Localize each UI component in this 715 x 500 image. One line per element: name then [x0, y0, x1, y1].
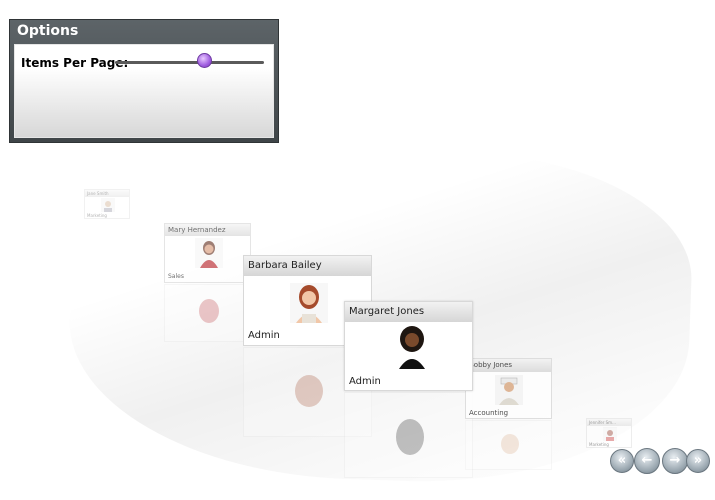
employee-card-name: Jane Smith	[85, 190, 129, 197]
first-page-button[interactable]: «	[610, 449, 634, 473]
employee-card-name: Bobby Jones	[466, 359, 551, 372]
employee-card[interactable]: Mary Hernandez Sales	[164, 223, 251, 283]
employee-card-selected[interactable]: Margaret Jones Admin	[344, 301, 473, 391]
employee-card-department: Sales	[168, 273, 184, 280]
employee-card-department: Accounting	[469, 409, 509, 417]
employee-card[interactable]: Jane Smith Marketing	[84, 189, 130, 219]
employee-card-reflection	[164, 284, 251, 342]
employee-card-reflection	[465, 420, 552, 470]
employee-carousel: Jane Smith Marketing Mary Hernandez Sale…	[0, 0, 715, 500]
employee-photo	[393, 325, 431, 369]
employee-photo	[495, 375, 523, 405]
previous-page-button[interactable]: ←	[634, 448, 660, 474]
employee-card[interactable]: Jennifer Sm... Marketing	[586, 418, 632, 448]
employee-card-name: Mary Hernandez	[165, 224, 250, 236]
employee-card-name: Barbara Bailey	[244, 256, 371, 276]
employee-card-department: Admin	[248, 330, 280, 341]
employee-card-department: Marketing	[87, 213, 107, 218]
employee-photo	[603, 427, 617, 441]
employee-card[interactable]: Bobby Jones Accounting	[465, 358, 552, 419]
next-page-button[interactable]: →	[662, 448, 688, 474]
employee-card-reflection	[344, 392, 473, 478]
employee-card-department: Admin	[349, 376, 381, 387]
employee-photo	[195, 238, 223, 268]
employee-photo	[290, 283, 328, 323]
employee-photo	[101, 198, 115, 212]
employee-card-department: Marketing	[589, 442, 609, 447]
last-page-button[interactable]: »	[686, 449, 710, 473]
employee-card-name: Margaret Jones	[345, 302, 472, 322]
employee-card-name: Jennifer Sm...	[587, 419, 631, 426]
